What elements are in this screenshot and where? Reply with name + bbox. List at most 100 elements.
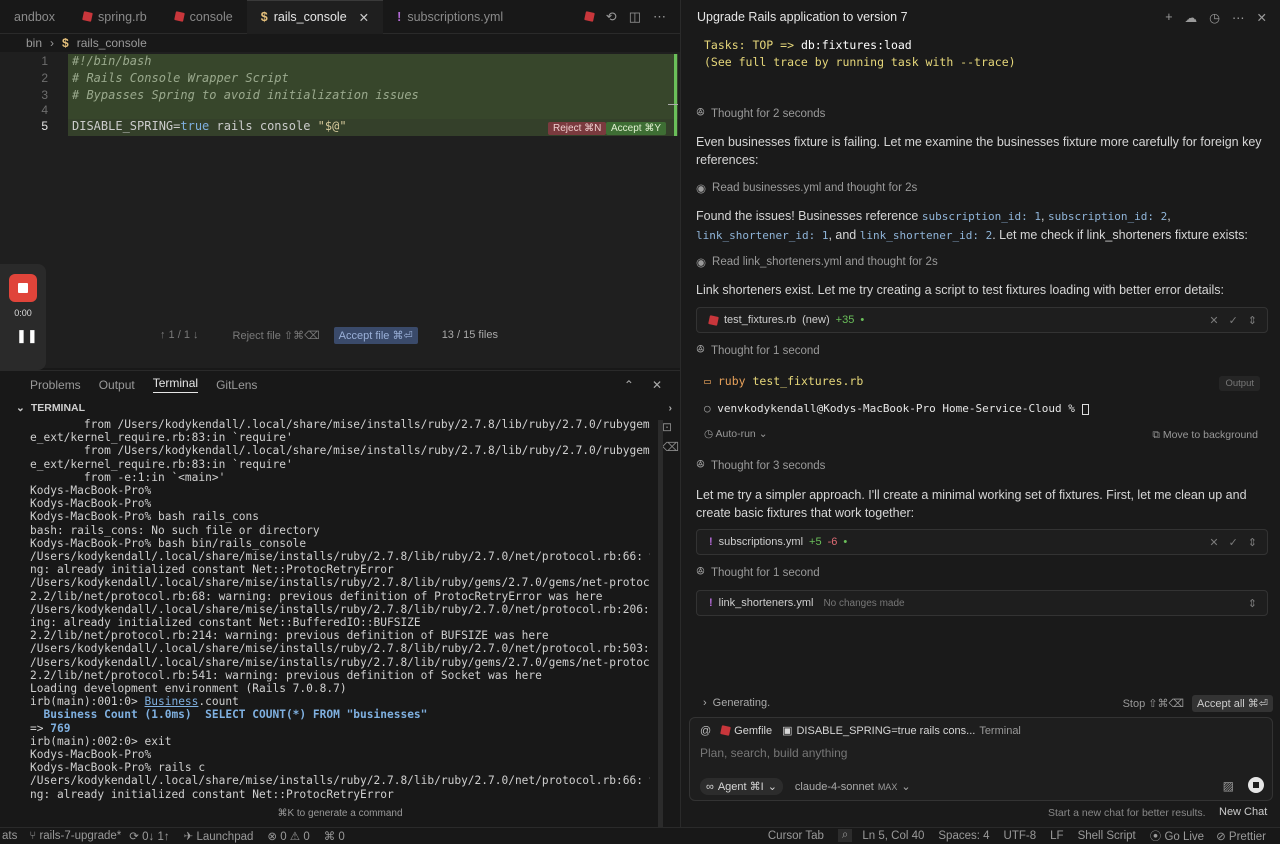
cursor-tab-item[interactable]: Cursor Tab [768,830,824,842]
split-editor-icon[interactable]: ◫ [629,9,641,25]
accept-all-button[interactable]: Accept all ⌘⏎ [1192,694,1273,712]
reject-icon[interactable]: ✕ [1209,536,1218,549]
language-mode[interactable]: Shell Script [1078,830,1136,842]
more-icon[interactable]: ⋯ [1232,10,1245,25]
change-navigator[interactable]: ↑ 1 / 1 ↓ [160,329,199,341]
thought-indicator[interactable]: ꔮ Thought for 3 seconds [696,459,825,472]
terminal-line: 2.2/lib/net/protocol.rb:541: warning: pr… [30,668,542,682]
tab-console[interactable]: console [161,0,247,34]
file-edit-card[interactable]: ! subscriptions.yml +5 -6 • ✕ ✓ ⇕ [696,529,1268,555]
chat-input-box[interactable]: @ Gemfile ▣ DISABLE_SPRING=true rails con… [689,717,1273,801]
expand-icon[interactable]: ⇕ [1248,314,1257,327]
close-panel-icon[interactable]: ✕ [652,378,662,392]
image-icon[interactable]: ▨ [1223,779,1234,793]
stop-button[interactable]: Stop ⇧⌘⌫ [1123,697,1184,710]
diff-added-highlight [68,54,678,119]
accept-file-button[interactable]: Accept file ⌘⏎ [333,326,418,344]
launchpad-item[interactable]: ✈ Launchpad [184,829,254,843]
breadcrumb-file[interactable]: rails_console [77,36,147,50]
stop-recording-button[interactable] [9,274,37,302]
zoom-icon[interactable]: ⌕ [837,829,853,842]
code-editor[interactable]: 1 2 3 4 5 #!/bin/bash # Rails Console Wr… [0,52,680,368]
problems-indicator[interactable]: ⊗ 0 ⚠ 0 [267,829,309,843]
tab-terminal[interactable]: Terminal [152,376,199,393]
terminal-scrollbar[interactable] [658,420,663,828]
indentation[interactable]: Spaces: 4 [938,830,989,842]
autorun-dropdown[interactable]: ◷ Auto-run ⌄ [704,428,768,440]
thought-indicator[interactable]: ꔮ Thought for 1 second [696,344,820,357]
file-edit-card[interactable]: ! link_shorteners.yml No changes made ⇕ [696,590,1268,616]
irb-command: Business [144,695,199,709]
tab-subscriptions-yml[interactable]: ! subscriptions.yml [383,0,517,34]
branch-name: rails-7-upgrade* [39,829,122,842]
brain-icon: ꔮ [696,344,705,356]
prettier-item[interactable]: ⊘ Prettier [1216,829,1266,843]
terminal-section-header[interactable]: ⌄ TERMINAL › [0,398,680,418]
history-icon[interactable]: ⟲ [606,9,617,25]
file-edit-card[interactable]: test_fixtures.rb (new) +35 • ✕ ✓ ⇕ [696,307,1268,333]
line-ending[interactable]: LF [1050,830,1063,842]
at-mention-icon[interactable]: @ [700,725,711,737]
encoding[interactable]: UTF-8 [1004,830,1037,842]
reject-file-button[interactable]: Reject file ⇧⌘⌫ [233,329,320,342]
status-remote[interactable]: ats [2,830,17,842]
more-icon[interactable]: ⋯ [653,9,666,25]
agent-mode-selector[interactable]: ∞ Agent ⌘I ⌄ [700,778,783,795]
cursor-position[interactable]: Ln 5, Col 40 [862,830,924,842]
reject-change-button[interactable]: Reject ⌘N [548,122,607,135]
branch-indicator[interactable]: ⑂ rails-7-upgrade* [29,830,121,842]
expand-icon[interactable]: ⇕ [1248,536,1257,549]
ports-indicator[interactable]: ⌘ 0 [324,829,345,843]
check-icon[interactable]: ✓ [1229,536,1238,549]
ruby-icon[interactable] [583,10,595,22]
terminal-line: Kodys-MacBook-Pro% [30,497,152,511]
expand-icon[interactable]: ⇕ [1248,597,1257,610]
maximize-panel-icon[interactable]: ⌃ [624,378,634,392]
context-chip-terminal[interactable]: ▣ DISABLE_SPRING=true rails cons... Termin… [782,724,1021,738]
new-chat-link[interactable]: New Chat [1219,806,1267,818]
file-navigator[interactable]: 13 / 15 files [442,329,498,341]
accept-change-button[interactable]: Accept ⌘Y [606,122,667,135]
check-icon[interactable]: ✓ [1229,314,1238,327]
line-number: 1 [41,54,48,68]
move-to-background-button[interactable]: ⧉ Move to background [1152,429,1258,442]
reject-icon[interactable]: ✕ [1209,314,1218,327]
code-token: DISABLE_SPRING= [72,119,181,133]
tab-andbox[interactable]: andbox [0,0,69,34]
close-icon[interactable]: ✕ [359,10,369,25]
go-live-label: Go Live [1164,830,1205,843]
eye-icon: ◉ [696,257,707,269]
read-indicator[interactable]: ◉ Read link_shorteners.yml and thought fo… [696,255,938,269]
terminal-output[interactable]: from /Users/kodykendall/.local/share/mis… [30,418,650,804]
tab-rails-console[interactable]: $ rails_console ✕ [246,0,384,34]
inline-code: link_shortener_id: 2 [859,229,993,242]
breadcrumb-folder[interactable]: bin [26,36,42,50]
history-icon[interactable]: ◷ [1209,10,1220,25]
chat-input-placeholder[interactable]: Plan, search, build anything [700,746,847,760]
generating-bar: › Generating. Stop ⇧⌘⌫ Accept all ⌘⏎ [689,692,1273,714]
tab-label: andbox [14,9,56,24]
pause-icon[interactable]: ❚❚ [16,328,38,344]
go-live-item[interactable]: ⦿ Go Live [1150,828,1204,844]
no-changes-label: No changes made [823,597,905,609]
read-indicator[interactable]: ◉ Read businesses.yml and thought for 2s [696,181,917,195]
terminal-lines: irb(main):002:0> exit Kodys-MacBook-Pro% K… [30,735,650,801]
stop-generation-button[interactable] [1248,777,1264,793]
trash-icon[interactable]: ⌫ [662,440,679,454]
cloud-icon[interactable]: ☁ [1185,10,1198,25]
output-toggle[interactable]: Output [1219,376,1260,391]
tab-output[interactable]: Output [99,378,135,392]
plus-icon[interactable]: + [1165,10,1172,25]
tab-problems[interactable]: Problems [30,378,81,392]
thought-indicator[interactable]: ꔮ Thought for 2 seconds [696,107,825,120]
context-chip-gemfile[interactable]: Gemfile [720,725,772,737]
model-label: claude-4-sonnet [794,780,874,793]
tab-gitlens[interactable]: GitLens [216,378,257,392]
close-icon[interactable]: ✕ [1257,10,1267,25]
tab-spring-rb[interactable]: spring.rb [69,0,161,34]
thought-indicator[interactable]: ꔮ Thought for 1 second [696,566,820,579]
sync-indicator[interactable]: ⟳ 0↓ 1↑ [129,829,169,843]
new-terminal-icon[interactable]: ⊡ [662,420,672,434]
model-selector[interactable]: claude-4-sonnet MAX ⌄ [794,780,911,794]
chevron-right-icon[interactable]: › [669,402,673,414]
